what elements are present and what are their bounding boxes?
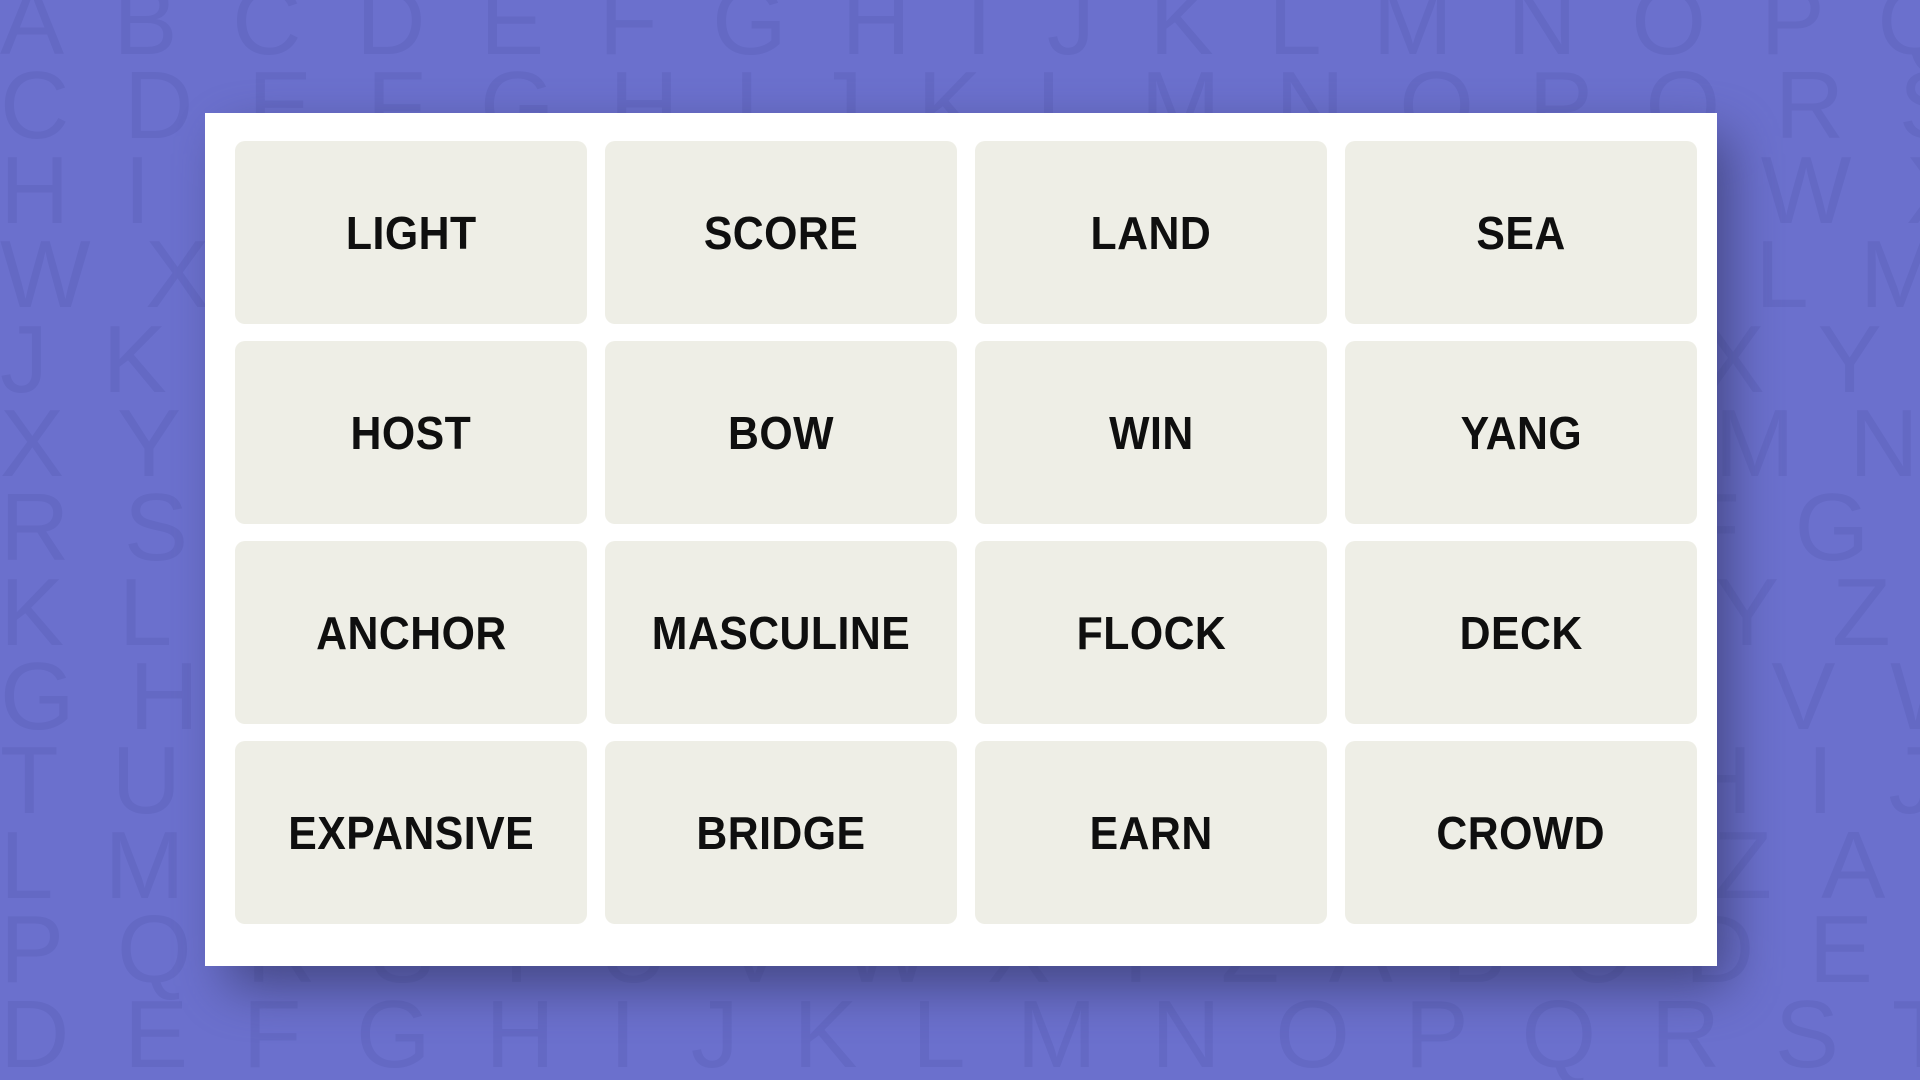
word-tile[interactable]: LIGHT (235, 141, 587, 324)
word-tile[interactable]: SCORE (605, 141, 957, 324)
word-tile[interactable]: EXPANSIVE (235, 741, 587, 924)
word-tile-label: ANCHOR (315, 606, 507, 659)
word-tile[interactable]: LAND (975, 141, 1327, 324)
word-tile-label: WIN (1108, 406, 1194, 459)
word-tile[interactable]: DECK (1345, 541, 1697, 724)
word-tile-grid: LIGHT SCORE LAND SEA HOST BOW WIN YANG ANCHOR MAS… (235, 141, 1717, 924)
word-tile[interactable]: BRIDGE (605, 741, 957, 924)
word-tile-label: BRIDGE (696, 806, 866, 859)
word-tile[interactable]: EARN (975, 741, 1327, 924)
word-tile-label: SCORE (703, 206, 859, 259)
word-tile[interactable]: ANCHOR (235, 541, 587, 724)
word-tile-label: MASCULINE (651, 606, 911, 659)
word-tile[interactable]: MASCULINE (605, 541, 957, 724)
word-tile[interactable]: WIN (975, 341, 1327, 524)
word-tile-label: LAND (1090, 206, 1212, 259)
word-tile[interactable]: BOW (605, 341, 957, 524)
word-tile-label: DECK (1459, 606, 1583, 659)
word-tile-label: LIGHT (345, 206, 477, 259)
word-tile[interactable]: YANG (1345, 341, 1697, 524)
word-tile-label: HOST (350, 406, 472, 459)
background-letter-row: W X Y Z A B C D E F G H I J K L M N O P … (0, 1070, 1920, 1080)
word-tile-label: SEA (1476, 206, 1566, 259)
word-tile[interactable]: SEA (1345, 141, 1697, 324)
word-tile-label: BOW (728, 406, 834, 459)
word-tile[interactable]: FLOCK (975, 541, 1327, 724)
word-tile-label: YANG (1460, 406, 1582, 459)
word-tile-label: EXPANSIVE (288, 806, 534, 859)
word-tile-label: EARN (1089, 806, 1213, 859)
word-tile[interactable]: HOST (235, 341, 587, 524)
puzzle-card: LIGHT SCORE LAND SEA HOST BOW WIN YANG ANCHOR MAS… (205, 113, 1717, 966)
word-tile-label: CROWD (1436, 806, 1606, 859)
word-tile-label: FLOCK (1076, 606, 1226, 659)
word-tile[interactable]: CROWD (1345, 741, 1697, 924)
